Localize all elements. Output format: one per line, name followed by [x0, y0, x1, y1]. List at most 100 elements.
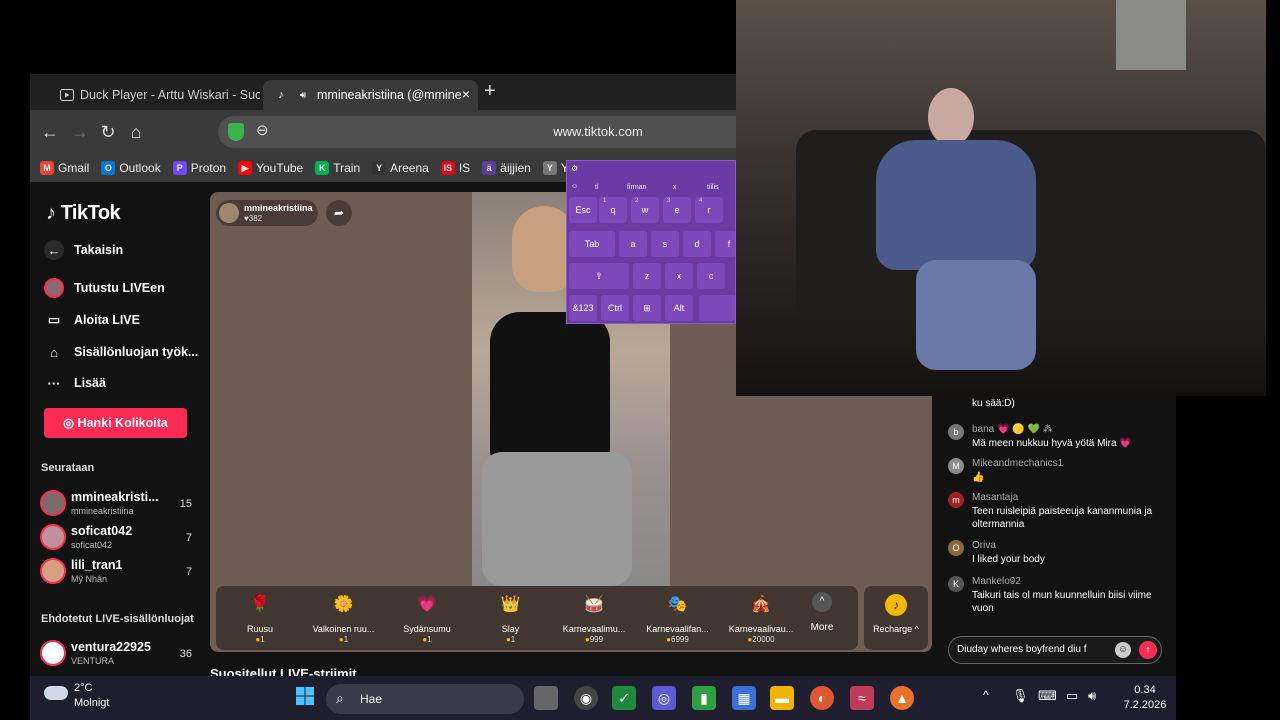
new-tab-button[interactable]: + — [484, 80, 496, 103]
clock[interactable]: 0.34 7.2.2026 — [1116, 684, 1174, 711]
chat-username[interactable]: Oriva — [972, 540, 996, 551]
keyboard-key[interactable]: &123 — [569, 295, 597, 321]
task-view-icon[interactable] — [534, 686, 558, 710]
gift-item[interactable]: 🎪 Karnevaalivau... ●20000 — [721, 592, 801, 644]
spacebar-key[interactable] — [699, 295, 735, 321]
emoji-icon[interactable]: ☺ — [571, 183, 578, 190]
bookmark-outlook[interactable]: O Outlook — [101, 161, 161, 175]
chat-username[interactable]: Masantaja — [972, 492, 1018, 503]
suggestion[interactable]: tiilis — [707, 184, 719, 191]
emoji-icon[interactable]: ☺ — [1115, 642, 1131, 658]
app-icon[interactable]: ▲ — [890, 686, 914, 710]
keyboard-key[interactable]: Ctrl — [601, 295, 629, 321]
home-icon[interactable]: ⌂ — [124, 120, 148, 144]
gift-name: Sydänsumu — [403, 624, 451, 634]
weather-widget[interactable]: 2°C Molnigt — [44, 682, 154, 714]
chrome-icon[interactable]: ◉ — [574, 686, 598, 710]
bookmark-is[interactable]: IS IS — [440, 161, 470, 175]
reload-icon[interactable]: ↻ — [96, 120, 120, 144]
avatar[interactable]: O — [948, 540, 964, 556]
gift-item[interactable]: 🌼 Valkoinen ruu... ●1 — [304, 592, 384, 644]
bookmark-youtube[interactable]: ▶ YouTube — [238, 161, 303, 175]
keyboard-key[interactable]: z — [633, 263, 661, 289]
suggested-item[interactable]: ventura22925 VENTURA 36 — [40, 638, 192, 670]
get-coins-button[interactable]: ◎ Hanki Kolikoita — [44, 408, 187, 438]
chat-username[interactable]: Mankelo92 — [972, 576, 1021, 587]
areena-icon: Y — [372, 161, 387, 175]
share-icon[interactable]: ➦ — [326, 200, 352, 226]
start-icon[interactable] — [293, 686, 317, 710]
keyboard-key[interactable]: ⇧ — [569, 263, 629, 289]
chat-username[interactable]: bana 💗 🟡 💚 ⁂ — [972, 424, 1053, 435]
avatar[interactable]: M — [948, 458, 964, 474]
app-icon[interactable]: ✓ — [612, 686, 636, 710]
recharge-button[interactable]: ♪ Recharge ^ — [864, 586, 928, 650]
gift-price: ●1 — [505, 635, 516, 644]
bookmark-train[interactable]: K Train — [315, 161, 360, 175]
chevron-up-icon[interactable]: ^ — [983, 688, 989, 702]
gift-item[interactable]: 👑 Slay ●1 — [471, 592, 551, 644]
gift-item[interactable]: 🌹 Ruusu ●1 — [220, 592, 300, 644]
duckduckgo-icon[interactable]: ◐ — [810, 686, 834, 710]
keyboard-key[interactable]: a — [619, 231, 647, 257]
nav-explore-live[interactable]: Tutustu LIVEen — [44, 278, 165, 298]
gift-price: ●999 — [584, 635, 604, 644]
nav-creator-tools[interactable]: ⌂ Sisällönluojan työk... — [44, 342, 198, 362]
close-tab-icon[interactable]: × — [462, 86, 470, 102]
volume-icon[interactable]: 🔊︎ — [1088, 688, 1096, 704]
audio-app-icon[interactable]: ▮ — [692, 686, 716, 710]
app-icon[interactable]: ≈ — [850, 686, 874, 710]
following-item[interactable]: lili_tran1 Mỹ Nhân 7 — [40, 556, 192, 588]
keyboard-key[interactable]: c — [697, 263, 725, 289]
bookmark-gmail[interactable]: M Gmail — [40, 161, 89, 175]
obs-icon[interactable]: ◎ — [652, 686, 676, 710]
following-item[interactable]: soficat042 soficat042 7 — [40, 522, 192, 554]
keyboard-key[interactable]: s — [651, 231, 679, 257]
tiktok-logo[interactable]: ♪ TikTok — [46, 202, 121, 225]
forward-icon[interactable]: → — [68, 120, 92, 144]
more-gifts-button[interactable]: ^ More — [792, 592, 852, 633]
keyboard-key[interactable]: Alt — [665, 295, 693, 321]
back-icon[interactable]: ← — [38, 120, 62, 144]
avatar[interactable]: b — [948, 424, 964, 440]
key-hint: 3 — [667, 198, 671, 204]
microphone-icon[interactable]: 🎙︎ — [1012, 688, 1029, 704]
suggestion[interactable]: firman — [627, 184, 646, 191]
nav-back[interactable]: ← Takaisin — [44, 240, 123, 260]
keyboard-icon[interactable]: ⌨ — [1038, 688, 1057, 704]
gift-item[interactable]: 💗 Sydänsumu ●1 — [387, 592, 467, 644]
send-icon[interactable]: ↑ — [1139, 641, 1157, 659]
back-arrow-icon: ← — [44, 240, 64, 260]
suggestion[interactable]: tl — [595, 184, 599, 191]
avatar[interactable]: m — [948, 492, 964, 508]
host-chip[interactable]: mmineakristiina ♥382 — [216, 200, 318, 226]
chat-input[interactable]: Diuday wheres boyfrend diu f ☺ ↑ — [948, 636, 1162, 664]
bookmark-proton[interactable]: P Proton — [172, 161, 226, 175]
tab-tiktok[interactable]: ♪ 🔊︎ mmineakristiina (@mmine × — [263, 80, 478, 110]
following-item[interactable]: mmineakristi... mmineakristiina 15 — [40, 488, 192, 520]
calculator-icon[interactable]: ▦ — [732, 686, 756, 710]
nav-start-live[interactable]: ▭ Aloita LIVE — [44, 310, 140, 330]
speaker-icon[interactable]: 🔊︎ — [295, 87, 311, 103]
folder-icon[interactable]: ▬ — [770, 686, 794, 710]
keyboard-key[interactable]: ⊞ — [633, 295, 661, 321]
keyboard-key[interactable]: d — [683, 231, 711, 257]
tab-duck-player[interactable]: Duck Player - Arttu Wiskari - Suom — [50, 80, 260, 110]
avatar[interactable]: K — [948, 576, 964, 592]
sidebar: ♪ TikTok ← Takaisin Tutustu LIVEen ▭ Aloit… — [30, 182, 202, 682]
nav-more[interactable]: ··· Lisää — [44, 373, 106, 393]
taskbar-search[interactable]: ⌕ Hae — [326, 684, 524, 714]
keyboard-key[interactable]: Esc — [569, 197, 597, 223]
bookmark-areena[interactable]: Y Areena — [372, 161, 429, 175]
carnival-car-icon: 🎪 — [751, 596, 771, 613]
keyboard-key[interactable]: Tab — [569, 231, 615, 257]
chat-username[interactable]: Mikeandmechanics1 — [972, 458, 1063, 469]
keyboard-key[interactable]: x — [665, 263, 693, 289]
gift-item[interactable]: 🥁 Karnevaalimu... ●999 — [554, 592, 634, 644]
keyboard-key[interactable]: f — [715, 231, 735, 257]
gift-item[interactable]: 🎭 Karnevaalifan... ●6999 — [638, 592, 718, 644]
suggestion[interactable]: x — [673, 184, 677, 191]
bookmark-aijjien[interactable]: ä äijjien — [482, 161, 531, 175]
keyboard-settings-icon[interactable]: ⚙ — [571, 164, 578, 173]
network-icon[interactable]: ▭ — [1066, 688, 1078, 704]
